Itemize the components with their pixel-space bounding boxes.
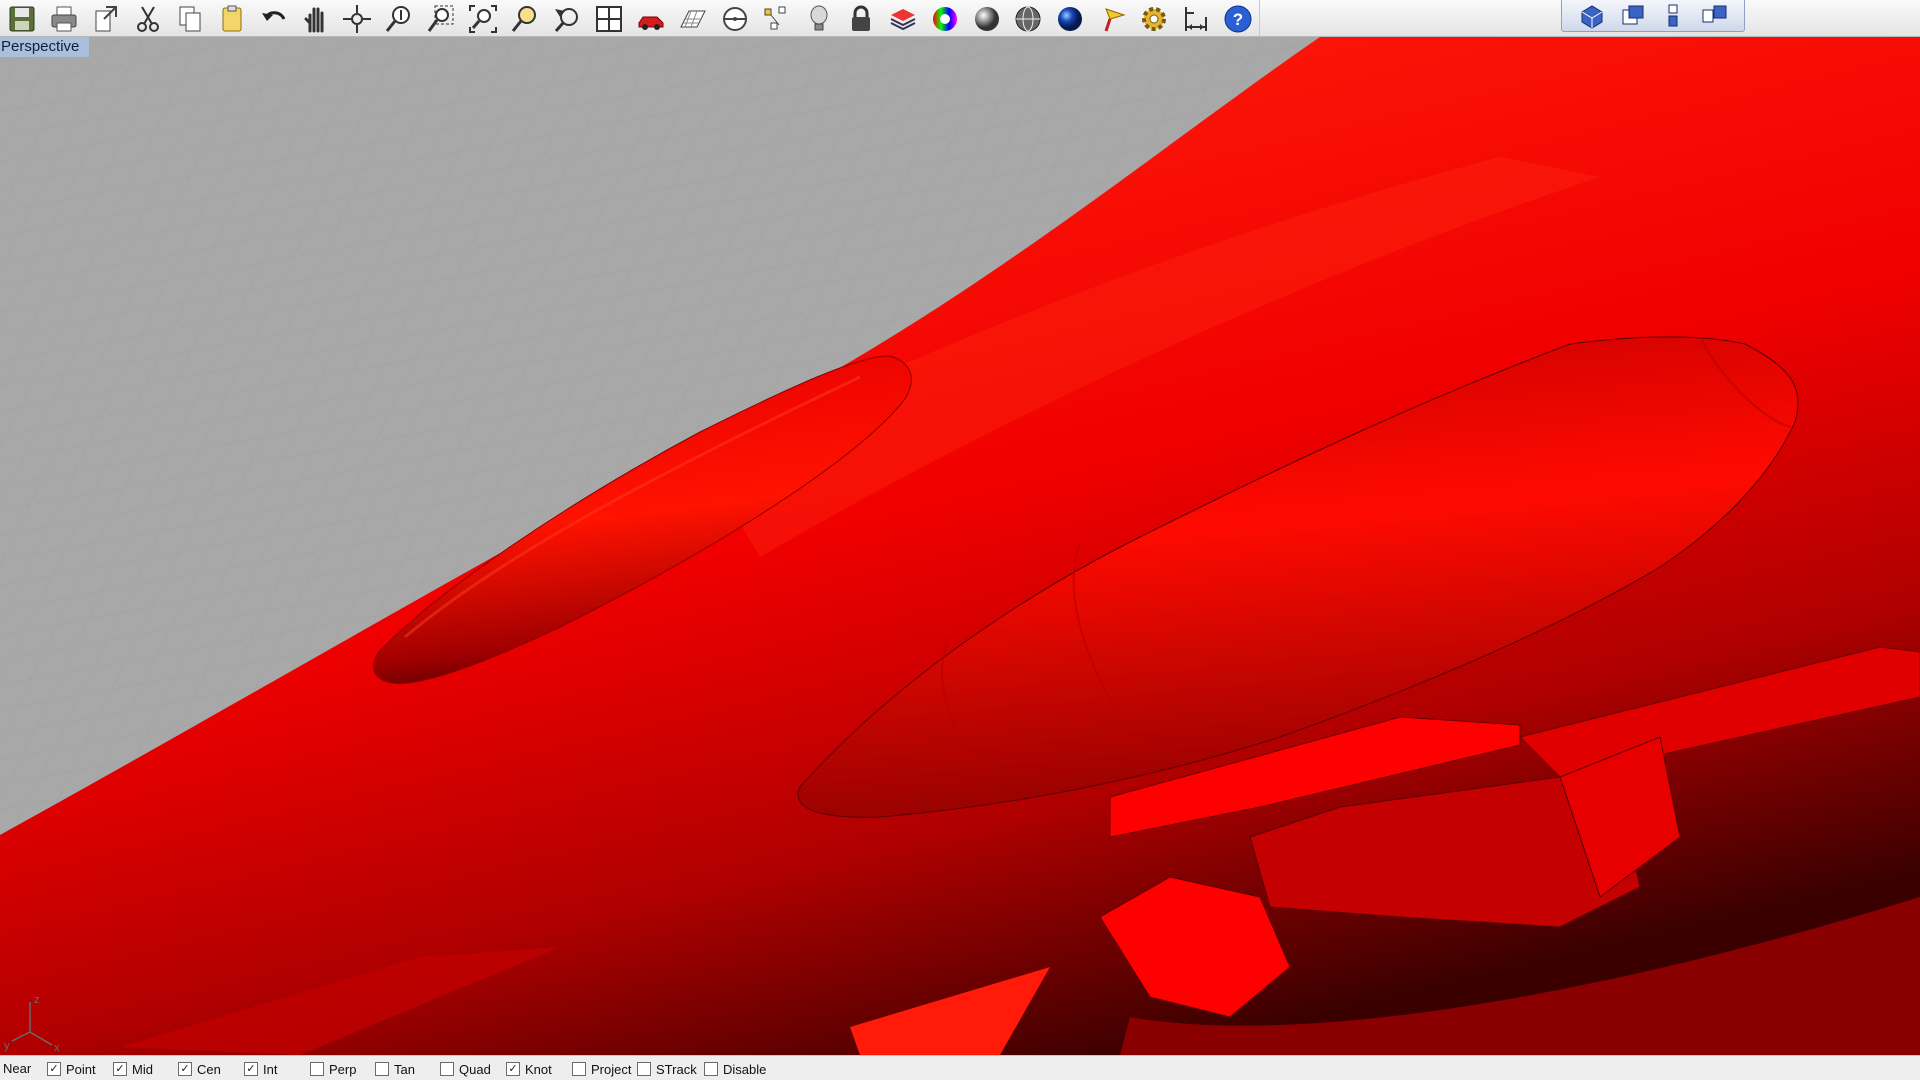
osnap-project-checkbox[interactable]	[572, 1062, 586, 1076]
dimension-icon[interactable]	[1175, 1, 1217, 36]
color-wheel-icon[interactable]	[924, 1, 966, 36]
osnap-bar: Near ✓ Point ✓ Mid ✓ Cen ✓ Int Perp Tan …	[0, 1055, 1920, 1080]
light-bulb-icon[interactable]	[798, 1, 840, 36]
osnap-near-label[interactable]: Near	[3, 1060, 31, 1078]
osnap-tan[interactable]: Tan	[375, 1060, 415, 1078]
save-icon[interactable]	[1, 1, 43, 36]
osnap-cen[interactable]: ✓ Cen	[178, 1060, 221, 1078]
paste-icon[interactable]	[211, 1, 253, 36]
osnap-int-checkbox[interactable]: ✓	[244, 1062, 258, 1076]
osnap-cen-label: Cen	[197, 1061, 221, 1077]
osnap-quad[interactable]: Quad	[440, 1060, 491, 1078]
layer-book-icon[interactable]	[882, 1, 924, 36]
rotate-view-icon[interactable]	[337, 1, 379, 36]
cplane-icon[interactable]	[714, 1, 756, 36]
osnap-disable-checkbox[interactable]	[704, 1062, 718, 1076]
perspective-view-icon[interactable]	[1574, 1, 1610, 31]
osnap-perp-checkbox[interactable]	[310, 1062, 324, 1076]
front-view-icon[interactable]	[1655, 1, 1691, 31]
undo-view-icon[interactable]	[546, 1, 588, 36]
osnap-strack-label: STrack	[656, 1061, 697, 1077]
osnap-disable-label: Disable	[723, 1061, 767, 1077]
select-points-icon[interactable]	[756, 1, 798, 36]
osnap-perp[interactable]: Perp	[310, 1060, 356, 1078]
osnap-project-label: Project	[591, 1061, 632, 1077]
render-icon[interactable]	[1091, 1, 1133, 36]
export-icon[interactable]	[85, 1, 127, 36]
3d-scene[interactable]: z x y	[0, 37, 1920, 1055]
car-icon[interactable]	[630, 1, 672, 36]
viewport-title[interactable]: Perspective	[0, 37, 90, 57]
axis-x-label: x	[54, 1042, 60, 1054]
osnap-knot-checkbox[interactable]: ✓	[506, 1062, 520, 1076]
options-gear-icon[interactable]	[1133, 1, 1175, 36]
osnap-knot-label: Knot	[525, 1061, 552, 1077]
osnap-point-label: Point	[66, 1061, 96, 1077]
osnap-point-checkbox[interactable]: ✓	[47, 1062, 61, 1076]
osnap-mid-checkbox[interactable]: ✓	[113, 1062, 127, 1076]
osnap-int[interactable]: ✓ Int	[244, 1060, 277, 1078]
wireframe-sphere-icon[interactable]	[1008, 1, 1050, 36]
axis-y-label: y	[4, 1040, 10, 1052]
osnap-quad-checkbox[interactable]	[440, 1062, 454, 1076]
right-view-icon[interactable]	[1696, 1, 1732, 31]
osnap-cen-checkbox[interactable]: ✓	[178, 1062, 192, 1076]
zoom-selected-icon[interactable]	[504, 1, 546, 36]
osnap-quad-label: Quad	[459, 1061, 491, 1077]
cut-icon[interactable]	[127, 1, 169, 36]
osnap-strack[interactable]: STrack	[637, 1060, 697, 1078]
osnap-knot[interactable]: ✓ Knot	[506, 1060, 552, 1078]
zoom-window-icon[interactable]	[420, 1, 462, 36]
svg-text:?: ?	[1233, 10, 1243, 29]
standard-toolbar-group: ?	[0, 0, 1260, 37]
rendered-sphere-icon[interactable]	[1049, 1, 1091, 36]
viewport-switch-toolbar	[1561, 0, 1745, 32]
copy-icon[interactable]	[169, 1, 211, 36]
osnap-int-label: Int	[263, 1061, 278, 1077]
grid-plane-icon[interactable]	[672, 1, 714, 36]
help-icon[interactable]: ?	[1217, 1, 1259, 36]
osnap-project[interactable]: Project	[572, 1060, 631, 1078]
main-toolbar: ?	[0, 0, 1920, 37]
print-icon[interactable]	[43, 1, 85, 36]
zoom-extents-icon[interactable]	[462, 1, 504, 36]
lock-icon[interactable]	[840, 1, 882, 36]
four-viewports-icon[interactable]	[588, 1, 630, 36]
osnap-mid[interactable]: ✓ Mid	[113, 1060, 153, 1078]
axis-z-label: z	[34, 994, 40, 1006]
osnap-disable[interactable]: Disable	[704, 1060, 766, 1078]
undo-icon[interactable]	[253, 1, 295, 36]
pan-icon[interactable]	[295, 1, 337, 36]
osnap-mid-label: Mid	[132, 1061, 153, 1077]
osnap-tan-label: Tan	[394, 1061, 415, 1077]
osnap-tan-checkbox[interactable]	[375, 1062, 389, 1076]
zoom-dynamic-icon[interactable]	[378, 1, 420, 36]
top-view-icon[interactable]	[1615, 1, 1651, 31]
osnap-strack-checkbox[interactable]	[637, 1062, 651, 1076]
osnap-perp-label: Perp	[329, 1061, 357, 1077]
osnap-point[interactable]: ✓ Point	[47, 1060, 96, 1078]
shaded-sphere-icon[interactable]	[966, 1, 1008, 36]
perspective-viewport[interactable]: Perspective z x y	[0, 37, 1920, 1055]
